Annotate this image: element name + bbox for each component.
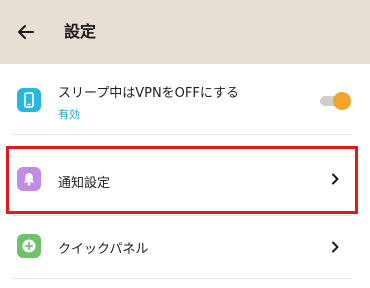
- page-title: 設定: [64, 22, 97, 41]
- toggle-thumb: [333, 92, 351, 110]
- divider: [12, 278, 352, 279]
- quick-panel-label: クイックパネル: [58, 242, 149, 257]
- notifications-label: 通知設定: [58, 176, 111, 191]
- settings-item-quick-panel[interactable]: クイックパネル: [0, 218, 370, 276]
- settings-item-vpn-sleep[interactable]: スリープ中はVPNをOFFにする 有効: [0, 64, 370, 134]
- divider: [12, 134, 352, 135]
- vpn-sleep-status: 有効: [58, 108, 80, 121]
- vpn-sleep-label: スリープ中はVPNをOFFにする: [58, 86, 239, 101]
- back-arrow-icon: [18, 25, 34, 39]
- settings-item-notifications[interactable]: 通知設定: [0, 146, 370, 212]
- vpn-sleep-toggle[interactable]: [318, 92, 352, 110]
- back-button[interactable]: [10, 16, 42, 48]
- chevron-right-icon: [332, 173, 339, 185]
- chevron-right-icon: [332, 241, 339, 253]
- phone-icon: [17, 88, 41, 112]
- bell-icon: [17, 167, 41, 191]
- app-bar: 設定: [0, 0, 370, 64]
- plus-circle-icon: [17, 234, 41, 258]
- divider: [12, 215, 352, 216]
